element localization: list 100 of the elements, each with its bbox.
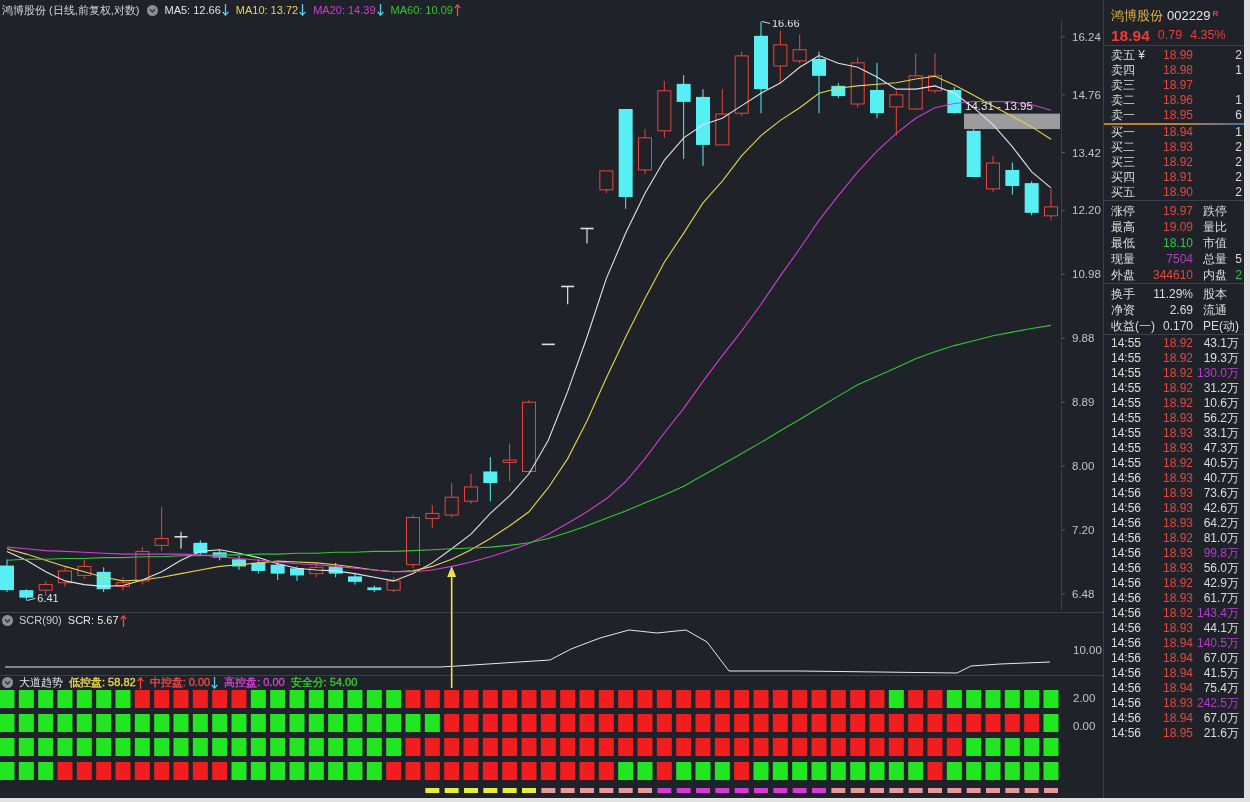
stock-suffix-label: R — [1212, 8, 1219, 20]
tick-price: 18.92 — [1162, 531, 1193, 546]
tick-price: 18.93 — [1162, 501, 1193, 516]
order-price: 18.91 — [1162, 170, 1193, 185]
tick-volume: 81.0万 — [1203, 531, 1239, 546]
candlestick — [173, 531, 189, 550]
chevron-circle-icon[interactable] — [146, 4, 158, 16]
candlestick — [96, 566, 111, 593]
candlestick — [870, 62, 884, 119]
order-level-label: 卖一 — [1111, 108, 1135, 123]
stat-value: 18.10 — [1162, 235, 1193, 251]
tick-price: 18.94 — [1162, 711, 1193, 726]
stat-value: 2.69 — [1169, 302, 1193, 318]
stat-label: 内盘 — [1203, 267, 1227, 283]
order-price: 18.93 — [1162, 140, 1193, 155]
tick-price: 18.93 — [1162, 561, 1193, 576]
tick-time: 14:56 — [1111, 486, 1142, 501]
order-level-label: 卖三 — [1111, 78, 1135, 93]
tick-volume: 64.2万 — [1203, 516, 1239, 531]
stat-label: 市值 — [1203, 235, 1227, 251]
tick-time: 14:55 — [1111, 351, 1142, 366]
candlestick — [831, 82, 846, 99]
stat-label: 换手 — [1111, 286, 1135, 302]
tick-time: 14:56 — [1111, 471, 1142, 486]
candlestick — [348, 573, 362, 586]
stat-label: 现量 — [1111, 251, 1135, 267]
candlestick — [502, 443, 517, 482]
tick-time: 14:55 — [1111, 336, 1142, 351]
stat-label: 跌停 — [1203, 203, 1227, 219]
order-level-label: 买二 — [1111, 140, 1135, 155]
tick-price: 18.93 — [1162, 426, 1193, 441]
tick-volume: 143.4万 — [1196, 606, 1239, 621]
candlestick — [638, 128, 652, 175]
tick-volume: 44.1万 — [1203, 621, 1239, 636]
tick-time: 14:55 — [1111, 381, 1142, 396]
stat-label: 流通 — [1203, 302, 1227, 318]
order-volume: 1 — [1235, 125, 1242, 140]
candlestick — [928, 53, 942, 94]
tick-time: 14:56 — [1111, 516, 1142, 531]
tick-time: 14:56 — [1111, 606, 1142, 621]
order-price: 18.98 — [1162, 63, 1193, 78]
chevron-circle-icon[interactable] — [2, 677, 13, 688]
candlestick — [541, 343, 556, 346]
stat-value: 0.170 — [1162, 318, 1193, 334]
tick-price: 18.93 — [1162, 621, 1193, 636]
change-percent: 4.35% — [1190, 27, 1226, 45]
legend-label: MA5: 12.66 — [164, 2, 221, 18]
order-volume: 2 — [1235, 185, 1242, 200]
stat-label: 总量 — [1203, 251, 1227, 267]
candlestick — [58, 566, 72, 587]
indicator-reading: SCR: 5.67 — [67, 613, 119, 629]
price-label: 16.66 — [772, 20, 800, 30]
candlestick — [135, 546, 150, 586]
tick-time: 14:56 — [1111, 531, 1142, 546]
stat-label: 股本 — [1203, 286, 1227, 302]
tick-volume: 140.5万 — [1196, 636, 1239, 651]
order-level-label: 买四 — [1111, 170, 1135, 185]
tick-volume: 75.4万 — [1203, 681, 1239, 696]
stat-label: 涨停 — [1111, 203, 1135, 219]
tick-price: 18.93 — [1162, 471, 1193, 486]
order-price: 18.94 — [1162, 125, 1193, 140]
order-volume: 2 — [1235, 155, 1242, 170]
candlestick — [309, 562, 324, 578]
stat-value: 19.09 — [1162, 219, 1193, 235]
axis-label: 10.98 — [1072, 268, 1101, 281]
candlestick — [406, 514, 420, 569]
axis-label: 0.00 — [1073, 720, 1096, 732]
stat-value: 19.97 — [1162, 203, 1193, 219]
tick-volume: 43.1万 — [1203, 336, 1239, 351]
tick-time: 14:55 — [1111, 366, 1142, 381]
legend-label: MA20: 14.39 — [313, 2, 376, 18]
order-price: 18.97 — [1162, 78, 1193, 93]
tick-price: 18.94 — [1162, 681, 1193, 696]
stat-value: 7504 — [1166, 251, 1193, 267]
chevron-circle-icon[interactable] — [2, 615, 13, 626]
candlestick — [77, 558, 92, 580]
tick-price: 18.92 — [1162, 351, 1193, 366]
tick-volume: 21.6万 — [1203, 726, 1239, 741]
axis-label: 14.76 — [1072, 88, 1101, 101]
axis-label: 9.88 — [1072, 332, 1095, 345]
order-level-label: 卖四 — [1111, 63, 1135, 78]
candlestick — [812, 51, 826, 114]
order-level-label: 卖五 ¥ — [1111, 48, 1145, 63]
tick-price: 18.93 — [1162, 486, 1193, 501]
axis-label: 13.42 — [1072, 146, 1101, 159]
legend-label: MA60: 10.09 — [390, 2, 453, 18]
tick-price: 18.93 — [1162, 696, 1193, 711]
candlestick — [328, 562, 343, 578]
tick-price: 18.93 — [1162, 411, 1193, 426]
tick-volume: 61.7万 — [1203, 591, 1239, 606]
tick-time: 14:56 — [1111, 636, 1142, 651]
tick-volume: 242.5万 — [1196, 696, 1239, 711]
candlestick — [579, 227, 595, 245]
order-level-label: 买三 — [1111, 155, 1135, 170]
order-volume: 1 — [1235, 93, 1242, 108]
candlestick — [1044, 188, 1058, 221]
candlestick — [19, 588, 34, 601]
tick-price: 18.94 — [1162, 666, 1193, 681]
price-label: 6.41 — [37, 592, 59, 605]
tick-volume: 40.5万 — [1203, 456, 1239, 471]
